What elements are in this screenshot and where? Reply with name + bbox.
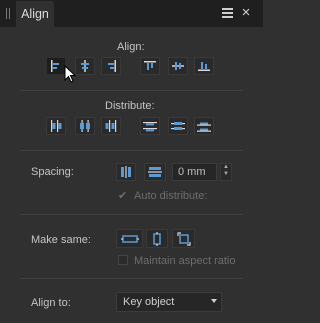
make-same-width-icon <box>120 234 139 243</box>
align-center-vertical-button[interactable] <box>168 57 188 75</box>
maintain-aspect-ratio-label: Maintain aspect ratio <box>134 255 236 267</box>
make-same-height-button[interactable] <box>146 229 168 248</box>
make-same-size-button[interactable] <box>172 229 195 248</box>
spacing-label: Spacing: <box>31 166 74 178</box>
auto-distribute-label: Auto distribute: <box>134 190 208 202</box>
auto-distribute-checkbox[interactable]: ✔ <box>118 189 127 202</box>
align-center-horizontal-button[interactable] <box>75 57 95 75</box>
distribute-left-icon <box>51 120 62 132</box>
divider <box>20 214 243 215</box>
spacing-vertical-button[interactable] <box>144 163 166 181</box>
align-to-dropdown[interactable]: Key object <box>116 292 222 312</box>
spacing-input[interactable]: 0 mm <box>172 163 217 181</box>
align-center-horizontal-icon <box>81 60 89 72</box>
spacing-vertical-icon <box>148 167 162 177</box>
distribute-top-button[interactable] <box>140 117 160 135</box>
distribute-center-vertical-button[interactable] <box>168 117 188 135</box>
make-same-label: Make same: <box>31 234 91 246</box>
distribute-right-icon <box>105 120 117 132</box>
hamburger-menu-icon[interactable] <box>222 8 233 18</box>
align-top-icon <box>144 61 156 70</box>
align-bottom-button[interactable] <box>194 57 214 75</box>
make-same-size-icon <box>176 231 191 246</box>
align-left-icon <box>51 60 59 72</box>
spacing-horizontal-button[interactable] <box>116 163 136 181</box>
panel-grip-handle[interactable] <box>5 8 11 19</box>
distribute-bottom-icon <box>197 122 211 132</box>
close-icon[interactable]: × <box>239 5 253 20</box>
distribute-center-horizontal-button[interactable] <box>75 117 95 135</box>
divider <box>20 90 243 91</box>
distribute-right-button[interactable] <box>101 117 121 135</box>
distribute-label: Distribute: <box>105 100 155 112</box>
chevron-down-icon <box>211 299 217 303</box>
spacing-stepper[interactable]: ▲ ▼ <box>220 163 232 181</box>
distribute-center-horizontal-icon <box>80 120 90 132</box>
mouse-cursor-icon <box>64 65 76 83</box>
align-right-button[interactable] <box>101 57 121 75</box>
spacing-horizontal-icon <box>121 166 131 178</box>
make-same-height-icon <box>153 231 161 246</box>
maintain-aspect-ratio-checkbox[interactable] <box>118 255 128 265</box>
panel-header: Align × <box>0 0 263 27</box>
align-center-vertical-icon <box>172 62 184 70</box>
align-bottom-icon <box>198 62 210 71</box>
distribute-top-icon <box>143 122 157 132</box>
tab-align[interactable]: Align <box>16 1 54 27</box>
align-to-label: Align to: <box>31 297 71 309</box>
align-top-button[interactable] <box>140 57 160 75</box>
divider <box>20 150 243 151</box>
align-label: Align: <box>117 41 145 53</box>
divider <box>20 278 243 279</box>
make-same-width-button[interactable] <box>116 229 143 248</box>
distribute-left-button[interactable] <box>46 117 66 135</box>
align-right-icon <box>108 60 116 72</box>
distribute-bottom-button[interactable] <box>194 117 214 135</box>
align-left-button[interactable] <box>46 57 66 75</box>
distribute-center-vertical-icon <box>171 122 185 130</box>
